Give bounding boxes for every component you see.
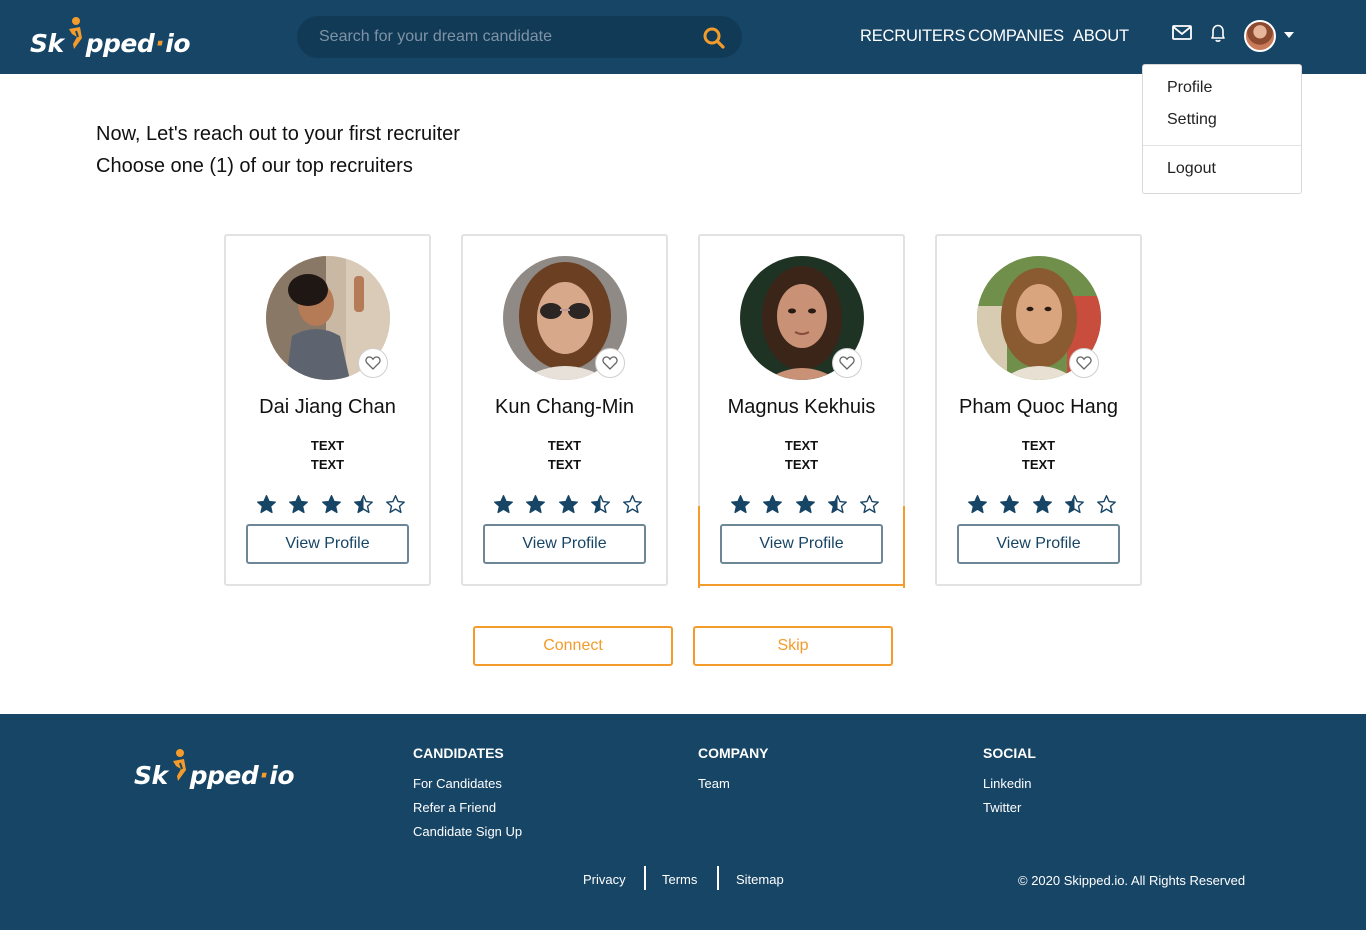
- user-avatar[interactable]: [1244, 20, 1276, 52]
- recruiter-detail-1: TEXT: [547, 438, 582, 453]
- menu-divider: [1143, 145, 1301, 146]
- footer-link-linkedin[interactable]: Linkedin: [983, 776, 1031, 791]
- footer-link-terms[interactable]: Terms: [662, 872, 697, 887]
- star-empty-icon: [1097, 495, 1116, 514]
- nav-companies[interactable]: COMPANIES: [968, 27, 1064, 46]
- star-rating: [256, 494, 406, 516]
- favorite-heart-icon[interactable]: [595, 348, 625, 378]
- star-rating: [967, 494, 1117, 516]
- recruiter-card[interactable]: Kun Chang-Min TEXT TEXT View Profile: [461, 234, 668, 586]
- star-half-icon: [353, 495, 373, 514]
- skip-button[interactable]: Skip: [693, 626, 893, 666]
- star-empty-icon: [623, 495, 642, 514]
- search-icon[interactable]: [702, 26, 726, 50]
- star-half-icon: [1064, 495, 1084, 514]
- star-filled-icon: [257, 495, 276, 514]
- view-profile-button[interactable]: View Profile: [720, 524, 883, 564]
- star-filled-icon: [763, 495, 783, 514]
- star-filled-icon: [1032, 495, 1052, 514]
- recruiter-detail-2: TEXT: [547, 457, 582, 472]
- star-filled-icon: [494, 495, 513, 514]
- star-half-icon: [590, 495, 610, 514]
- nav-about[interactable]: ABOUT: [1073, 27, 1129, 46]
- footer-divider: [717, 866, 719, 890]
- star-filled-icon: [526, 495, 546, 514]
- menu-item-logout[interactable]: Logout: [1167, 160, 1216, 178]
- runner-figure-icon: [168, 749, 190, 784]
- star-filled-icon: [1000, 495, 1020, 514]
- mail-icon[interactable]: [1171, 22, 1193, 44]
- recruiter-card[interactable]: Dai Jiang Chan TEXT TEXT View Profile: [224, 234, 431, 586]
- footer-brand-logo[interactable]: Sk pped · io: [134, 749, 295, 790]
- star-filled-icon: [289, 495, 309, 514]
- recruiter-name: Magnus Kekhuis: [727, 396, 876, 418]
- footer-divider: [644, 866, 646, 890]
- recruiter-card-selected[interactable]: Magnus Kekhuis TEXT TEXT View Profile: [698, 234, 905, 588]
- star-filled-icon: [731, 495, 750, 514]
- footer-heading-social: SOCIAL: [983, 745, 1036, 761]
- recruiter-name: Pham Quoc Hang: [959, 396, 1118, 418]
- recruiter-card[interactable]: Pham Quoc Hang TEXT TEXT View Profile: [935, 234, 1142, 586]
- favorite-heart-icon[interactable]: [832, 348, 862, 378]
- footer-link-team[interactable]: Team: [698, 776, 730, 791]
- recruiter-name: Kun Chang-Min: [495, 396, 634, 418]
- copyright-text: © 2020 Skipped.io. All Rights Reserved: [1018, 873, 1246, 888]
- star-filled-icon: [321, 495, 341, 514]
- footer-link-candidate-sign-up[interactable]: Candidate Sign Up: [413, 824, 522, 839]
- search-input[interactable]: [319, 16, 689, 58]
- footer-link-refer-a-friend[interactable]: Refer a Friend: [413, 800, 496, 815]
- connect-button[interactable]: Connect: [473, 626, 673, 666]
- footer-heading-candidates: CANDIDATES: [413, 745, 504, 761]
- star-filled-icon: [558, 495, 578, 514]
- star-empty-icon: [860, 495, 879, 514]
- favorite-heart-icon[interactable]: [1069, 348, 1099, 378]
- star-empty-icon: [386, 495, 405, 514]
- menu-item-setting[interactable]: Setting: [1167, 111, 1217, 129]
- star-filled-icon: [968, 495, 987, 514]
- recruiter-detail-1: TEXT: [310, 438, 345, 453]
- recruiter-detail-2: TEXT: [310, 457, 345, 472]
- user-menu-dropdown: Profile Setting Logout: [1142, 64, 1302, 194]
- intro-subheading: Choose one (1) of our top recruiters: [96, 155, 413, 177]
- nav-recruiters[interactable]: RECRUITERS: [860, 27, 965, 46]
- view-profile-button[interactable]: View Profile: [483, 524, 646, 564]
- footer-link-for-candidates[interactable]: For Candidates: [413, 776, 502, 791]
- star-rating: [493, 494, 643, 516]
- recruiter-detail-2: TEXT: [1021, 457, 1056, 472]
- menu-item-profile[interactable]: Profile: [1167, 79, 1212, 97]
- bell-icon[interactable]: [1207, 22, 1229, 44]
- star-rating: [730, 494, 880, 516]
- site-footer: Sk pped · io CANDIDATES For Candidates Ref…: [0, 714, 1366, 930]
- caret-down-icon[interactable]: [1284, 32, 1294, 38]
- recruiter-detail-2: TEXT: [784, 457, 819, 472]
- view-profile-button[interactable]: View Profile: [246, 524, 409, 564]
- footer-link-twitter[interactable]: Twitter: [983, 800, 1021, 815]
- footer-link-privacy[interactable]: Privacy: [583, 872, 626, 887]
- footer-heading-company: COMPANY: [698, 745, 769, 761]
- star-half-icon: [827, 495, 847, 514]
- top-navbar: Sk pped·io RECRUITERS COMPANIES ABOUT: [0, 0, 1366, 74]
- runner-figure-icon: [64, 17, 86, 52]
- footer-link-sitemap[interactable]: Sitemap: [736, 872, 784, 887]
- favorite-heart-icon[interactable]: [358, 348, 388, 378]
- star-filled-icon: [795, 495, 815, 514]
- brand-logo[interactable]: Sk pped · io: [30, 17, 191, 58]
- view-profile-button[interactable]: View Profile: [957, 524, 1120, 564]
- recruiter-name: Dai Jiang Chan: [259, 396, 396, 418]
- recruiter-detail-1: TEXT: [784, 438, 819, 453]
- recruiter-detail-1: TEXT: [1021, 438, 1056, 453]
- search-bar: [297, 16, 742, 58]
- intro-heading: Now, Let's reach out to your first recru…: [96, 123, 460, 145]
